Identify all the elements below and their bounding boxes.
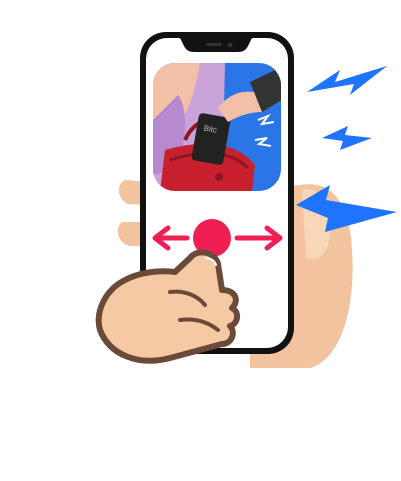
pickpocket-theft-icon: Bitc	[153, 63, 281, 191]
pointing-finger-icon	[95, 249, 240, 364]
swipe-tutorial-scene: Bitc	[95, 32, 397, 368]
lightning-bolt-icon	[296, 66, 397, 232]
